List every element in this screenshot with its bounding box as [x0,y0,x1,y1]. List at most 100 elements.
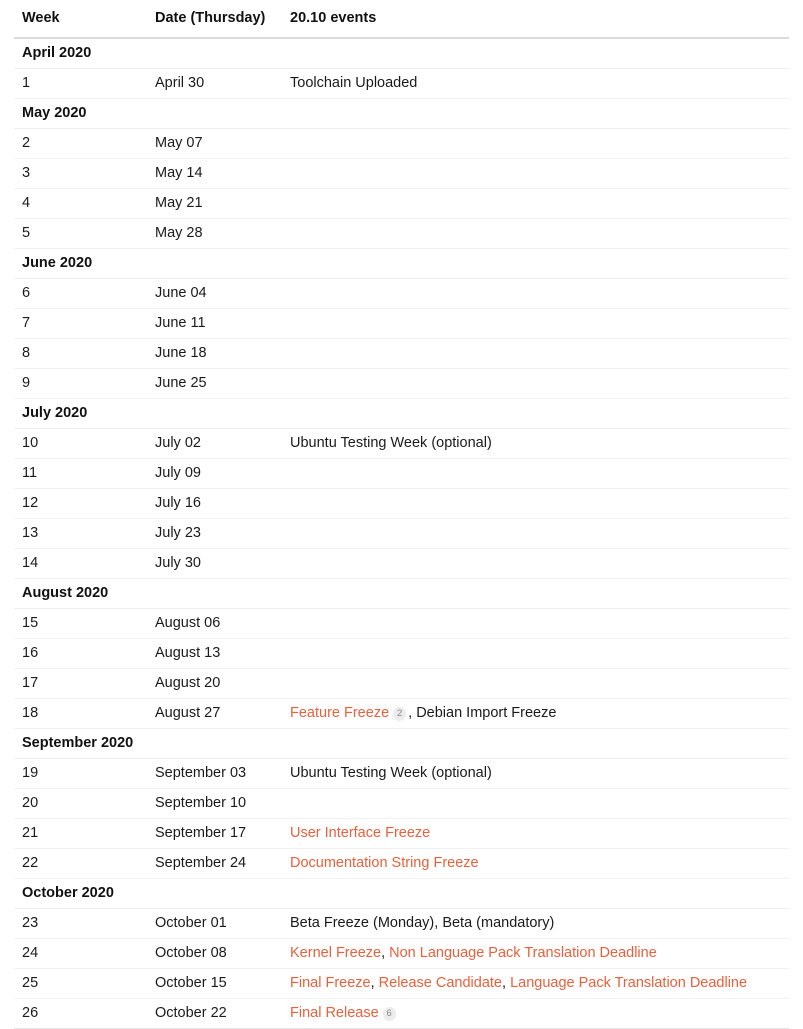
event-link[interactable]: Language Pack Translation Deadline [510,975,747,991]
cell-events: Final Release 6 [282,998,789,1029]
cell-date: August 13 [147,638,282,669]
cell-date: May 07 [147,128,282,159]
month-label: August 2020 [14,578,789,609]
month-header-row: August 2020 [14,578,789,609]
event-text: Ubuntu Testing Week (optional) [290,765,492,781]
month-header-row: July 2020 [14,398,789,429]
cell-week-number: 20 [14,788,147,819]
event-link[interactable]: Feature Freeze [290,705,389,721]
cell-events [282,158,789,189]
event-link[interactable]: Release Candidate [379,975,502,991]
cell-date: July 09 [147,458,282,489]
event-text: Toolchain Uploaded [290,75,418,91]
release-schedule-table: Week Date (Thursday) 20.10 events April … [14,0,789,1029]
cell-date: October 15 [147,968,282,999]
table-row: 23 October 01 Beta Freeze (Monday), Beta (… [14,908,789,939]
table-header: Week Date (Thursday) 20.10 events [14,0,789,39]
cell-events: Ubuntu Testing Week (optional) [282,428,789,459]
column-header-week: Week [14,0,147,39]
table-body: April 2020 1 April 30 Toolchain Uploaded May… [14,38,789,1029]
event-link[interactable]: Final Freeze [290,975,371,991]
event-link[interactable]: User Interface Freeze [290,825,430,841]
cell-week-number: 7 [14,308,147,339]
month-label: October 2020 [14,878,789,909]
cell-events: Documentation String Freeze [282,848,789,879]
cell-week-number: 6 [14,278,147,309]
cell-date: July 16 [147,488,282,519]
event-separator: , [381,945,390,961]
event-separator: , [502,975,511,991]
table-row: 15 August 06 [14,608,789,639]
cell-events [282,188,789,219]
table-header-row: Week Date (Thursday) 20.10 events [14,0,789,39]
cell-events [282,458,789,489]
table-row: 16 August 13 [14,638,789,669]
cell-date: October 08 [147,938,282,969]
month-label: July 2020 [14,398,789,429]
table-row: 20 September 10 [14,788,789,819]
cell-date: September 24 [147,848,282,879]
month-label: September 2020 [14,728,789,759]
cell-date: September 17 [147,818,282,849]
event-link[interactable]: Non Language Pack Translation Deadline [389,945,657,961]
table-row: 10 July 02 Ubuntu Testing Week (optional) [14,428,789,459]
table-row: 2 May 07 [14,128,789,159]
column-header-date: Date (Thursday) [147,0,282,39]
cell-week-number: 18 [14,698,147,729]
cell-date: May 21 [147,188,282,219]
cell-week-number: 25 [14,968,147,999]
cell-events [282,128,789,159]
event-text: Debian Import Freeze [416,705,557,721]
table-row: 12 July 16 [14,488,789,519]
cell-week-number: 19 [14,758,147,789]
table-row: 7 June 11 [14,308,789,339]
event-link[interactable]: Documentation String Freeze [290,855,479,871]
cell-date: August 06 [147,608,282,639]
event-link[interactable]: Kernel Freeze [290,945,381,961]
cell-events [282,788,789,819]
table-row: 25 October 15 Final Freeze, Release Candid… [14,968,789,999]
cell-date: May 28 [147,218,282,249]
cell-date: October 01 [147,908,282,939]
month-header-row: May 2020 [14,98,789,129]
footnote-badge[interactable]: 2 [393,707,407,721]
cell-week-number: 5 [14,218,147,249]
table-row: 1 April 30 Toolchain Uploaded [14,68,789,99]
month-label: April 2020 [14,38,789,69]
event-text: Ubuntu Testing Week (optional) [290,435,492,451]
table-row: 19 September 03 Ubuntu Testing Week (optio… [14,758,789,789]
cell-date: June 04 [147,278,282,309]
cell-events: Feature Freeze 2, Debian Import Freeze [282,698,789,729]
event-link[interactable]: Final Release [290,1005,379,1021]
cell-date: October 22 [147,998,282,1029]
column-header-events: 20.10 events [282,0,789,39]
table-row: 18 August 27 Feature Freeze 2, Debian Impor… [14,698,789,729]
cell-date: June 25 [147,368,282,399]
cell-events [282,638,789,669]
cell-events [282,548,789,579]
cell-events [282,338,789,369]
table-row: 11 July 09 [14,458,789,489]
cell-events: Beta Freeze (Monday), Beta (mandatory) [282,908,789,939]
cell-events [282,308,789,339]
cell-week-number: 17 [14,668,147,699]
cell-week-number: 14 [14,548,147,579]
table-row: 14 July 30 [14,548,789,579]
event-separator: , [370,975,379,991]
cell-events [282,518,789,549]
table-row: 24 October 08 Kernel Freeze, Non Language … [14,938,789,969]
cell-date: May 14 [147,158,282,189]
table-row: 5 May 28 [14,218,789,249]
cell-week-number: 12 [14,488,147,519]
cell-events [282,608,789,639]
table-row: 8 June 18 [14,338,789,369]
cell-week-number: 10 [14,428,147,459]
cell-events [282,488,789,519]
table-row: 26 October 22 Final Release 6 [14,998,789,1029]
cell-week-number: 22 [14,848,147,879]
month-header-row: April 2020 [14,38,789,69]
month-header-row: October 2020 [14,878,789,909]
event-text: Beta Freeze (Monday), Beta (mandatory) [290,915,555,931]
event-separator: , [408,705,417,721]
footnote-badge[interactable]: 6 [382,1007,396,1021]
